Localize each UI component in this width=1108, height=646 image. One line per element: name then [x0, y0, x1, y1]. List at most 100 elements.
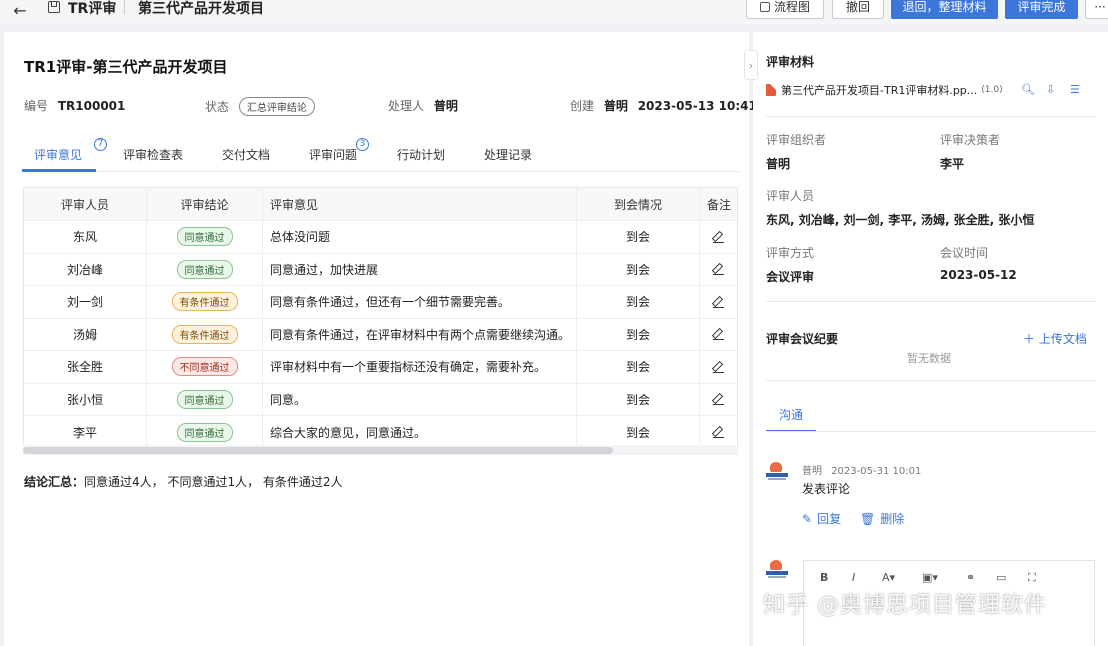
preview-icon[interactable]: 🔍︎	[1021, 83, 1035, 96]
flowchart-label: 流程图	[773, 0, 810, 14]
reply-button[interactable]: ✎ 回复	[802, 510, 841, 527]
conclusion-cell: 不同意通过	[147, 351, 263, 383]
bold-icon[interactable]: B	[820, 571, 828, 584]
table-row: 张全胜 不同意通过 评审材料中有一个重要指标还没有确定，需要补充。 到会	[24, 351, 737, 384]
download-icon[interactable]: ⇩	[1046, 83, 1055, 96]
edit-icon[interactable]	[713, 231, 725, 243]
return-materials-button[interactable]: 退回，整理材料	[891, 0, 998, 19]
font-color-icon[interactable]: A▾	[882, 571, 895, 584]
link-icon[interactable]: ⚭	[966, 571, 975, 584]
reply-icon: ✎	[802, 511, 813, 526]
fullscreen-icon[interactable]: ⛶	[1028, 571, 1036, 585]
status-label: 状态	[205, 100, 230, 114]
plus-icon: ＋	[1023, 332, 1036, 346]
breadcrumb-project[interactable]: 第三代产品开发项目	[138, 0, 264, 18]
flowchart-button[interactable]: 流程图	[746, 0, 824, 19]
remark-cell	[700, 221, 738, 253]
top-bar: ← TR评审 第三代产品开发项目 流程图 撤回 退回，整理材料 评审完成 ···	[0, 0, 1108, 24]
list-icon[interactable]: ☰	[1070, 83, 1080, 96]
reviewer-name: 刘冶峰	[24, 253, 147, 285]
review-details-panel: 评审材料 第三代产品开发项目-TR1评审材料.pp... (1.0) 🔍︎ ⇩ …	[753, 32, 1108, 646]
table-row: 李平 同意通过 综合大家的意见，同意通过。 到会	[24, 416, 737, 449]
reply-label: 回复	[817, 512, 842, 526]
tab-deliverables[interactable]: 交付文档	[222, 146, 270, 163]
reviewer-name: 汤姆	[24, 318, 147, 350]
delete-button[interactable]: 🗑︎ 删除	[860, 510, 904, 527]
members-value: 东风, 刘冶峰, 刘一剑, 李平, 汤姆, 张全胜, 张小恒	[766, 213, 1035, 227]
opinion-text: 综合大家的意见，同意通过。	[263, 416, 577, 449]
divider	[766, 380, 1096, 381]
table-row: 刘冶峰 同意通过 同意通过，加快进展 到会	[24, 253, 737, 286]
edit-icon[interactable]	[713, 328, 725, 341]
meeting-time-label: 会议时间	[940, 246, 989, 260]
upload-document-button[interactable]: ＋ 上传文档	[1023, 330, 1087, 347]
code-value: TR100001	[57, 99, 126, 113]
table-header-row: 评审人员 评审结论 评审意见 到会情况 备注	[24, 188, 737, 221]
review-complete-button[interactable]: 评审完成	[1005, 0, 1078, 19]
divider	[766, 301, 1096, 302]
comment-meta: 普明 2023-05-31 10:01	[802, 462, 921, 477]
handler-label: 处理人	[388, 99, 425, 113]
edit-icon[interactable]	[713, 361, 725, 373]
remark-cell	[700, 416, 738, 449]
attendance-text: 到会	[577, 383, 700, 415]
conclusion-badge: 有条件通过	[171, 324, 238, 344]
chevron-right-icon: ›	[748, 58, 754, 72]
tab-review-issues[interactable]: 评审问题 3	[309, 138, 369, 163]
conclusion-badge: 同意通过	[176, 259, 233, 279]
image-icon[interactable]: ▭	[996, 571, 1006, 584]
edit-icon[interactable]	[713, 393, 725, 406]
edit-icon[interactable]	[713, 296, 725, 308]
background-color-icon[interactable]: ▣▾	[922, 571, 938, 584]
opinion-text: 同意。	[263, 383, 577, 415]
organizer-value: 普明	[766, 157, 791, 171]
undo-button[interactable]: 撤回	[832, 0, 884, 19]
edit-icon[interactable]	[713, 263, 725, 276]
attendance-text: 到会	[577, 221, 700, 253]
conclusion-badge: 有条件通过	[171, 292, 238, 312]
conclusion-cell: 同意通过	[147, 416, 263, 449]
created-label: 创建	[570, 99, 595, 113]
summary-text: 同意通过4人， 不同意通过1人， 有条件通过2人	[84, 475, 343, 489]
attendance-text: 到会	[577, 318, 700, 350]
tab-history[interactable]: 处理记录	[484, 146, 532, 163]
opinion-text: 同意有条件通过，但还有一个细节需要完善。	[263, 286, 577, 318]
tab-checklist[interactable]: 评审检查表	[123, 146, 183, 163]
conclusion-badge: 同意通过	[176, 389, 233, 409]
more-button[interactable]: ···	[1085, 0, 1108, 19]
scrollbar-thumb[interactable]	[23, 447, 613, 454]
col-conclusion: 评审结论	[147, 188, 263, 220]
reviewer-name: 张小恒	[24, 383, 147, 415]
active-tab-indicator	[22, 169, 96, 172]
reviewer-name: 东风	[24, 221, 147, 253]
conclusion-cell: 同意通过	[147, 221, 263, 253]
decider-label: 评审决策者	[940, 133, 1001, 147]
table-row: 东风 同意通过 总体没问题 到会	[24, 221, 737, 254]
meta-status: 状态 汇总评审结论	[205, 97, 315, 116]
tab-bar: 评审意见 7 评审检查表 交付文档 评审问题 3 行动计划 处理记录	[22, 138, 740, 172]
collapse-panel-toggle[interactable]: ›	[744, 50, 758, 80]
tab-label: 评审意见	[34, 148, 83, 162]
material-file-row[interactable]: 第三代产品开发项目-TR1评审材料.pp... (1.0) 🔍︎ ⇩ ☰	[766, 82, 1101, 98]
tab-communication[interactable]: 沟通	[779, 406, 803, 423]
tab-action-plan[interactable]: 行动计划	[397, 146, 445, 163]
reviewer-name: 李平	[24, 416, 147, 449]
italic-icon[interactable]: I	[852, 571, 855, 584]
table-row: 汤姆 有条件通过 同意有条件通过，在评审材料中有两个点需要继续沟通。 到会	[24, 318, 737, 351]
file-name[interactable]: 第三代产品开发项目-TR1评审材料.pp...	[781, 82, 977, 98]
breadcrumb-review[interactable]: TR评审	[68, 0, 116, 18]
comment-text: 发表评论	[802, 482, 851, 496]
col-reviewer: 评审人员	[24, 188, 147, 220]
col-attendance: 到会情况	[577, 188, 700, 220]
attendance-text: 到会	[577, 416, 700, 449]
opinion-text: 评审材料中有一个重要指标还没有确定，需要补充。	[263, 351, 577, 383]
divider	[766, 431, 1096, 432]
back-arrow-icon[interactable]: ←	[8, 0, 32, 22]
organizer-label: 评审组织者	[766, 133, 827, 147]
attendance-text: 到会	[577, 286, 700, 318]
table-horizontal-scrollbar[interactable]	[23, 445, 738, 455]
decider-value: 李平	[940, 157, 965, 171]
edit-icon[interactable]	[713, 426, 725, 439]
method-value: 会议评审	[766, 270, 815, 284]
tab-review-opinions[interactable]: 评审意见 7	[34, 138, 107, 163]
